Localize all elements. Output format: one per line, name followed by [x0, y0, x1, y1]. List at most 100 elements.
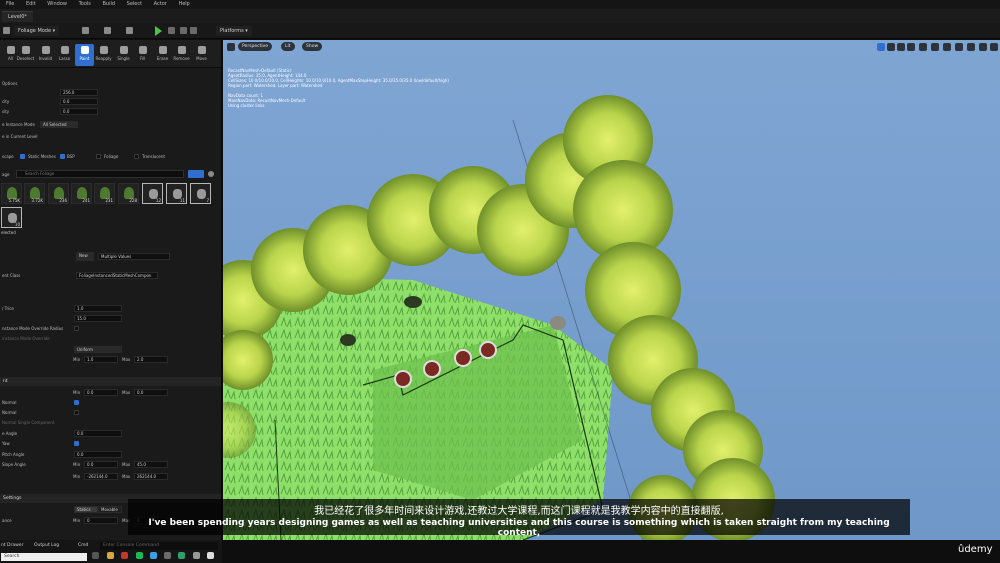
foliage-search-input[interactable]: Search Foliage: [16, 170, 184, 178]
align-normal-checkbox[interactable]: [74, 400, 79, 405]
palette-item[interactable]: 11: [166, 183, 187, 204]
grid-snap-icon[interactable]: [943, 43, 951, 51]
random-normal-checkbox[interactable]: [74, 410, 79, 415]
palette-item[interactable]: 10: [1, 207, 22, 228]
app-icon[interactable]: [164, 552, 171, 559]
save-icon[interactable]: [3, 27, 10, 34]
slope-max-field[interactable]: 45.0: [134, 461, 168, 468]
level-viewport[interactable]: Perspective Lit Show RecastNavMesh-Defau…: [223, 40, 1000, 540]
tool-reapply[interactable]: Reapply: [94, 44, 113, 66]
blueprint-icon[interactable]: [104, 27, 111, 34]
placement-header[interactable]: nt: [0, 377, 221, 386]
browser-icon[interactable]: [150, 552, 157, 559]
erase-density-field[interactable]: 0.0: [60, 108, 98, 115]
scaling-dropdown[interactable]: Uniform: [74, 346, 122, 353]
palette-item[interactable]: 236: [48, 183, 69, 204]
filter-static-checkbox[interactable]: [20, 154, 25, 159]
menu-window[interactable]: Window: [47, 0, 67, 9]
filter-foliage-checkbox[interactable]: [96, 154, 101, 159]
override-checkbox[interactable]: [74, 326, 79, 331]
palette-item[interactable]: 228: [118, 183, 139, 204]
menu-select[interactable]: Select: [127, 0, 142, 9]
perspective-button[interactable]: Perspective: [238, 42, 273, 51]
component-class-dropdown[interactable]: FoliageInstancedStaticMeshCompon: [76, 272, 158, 279]
tool-paint[interactable]: Paint: [75, 44, 94, 66]
scale-min-field[interactable]: 1.0: [84, 356, 118, 363]
menu-build[interactable]: Build: [102, 0, 115, 9]
z-offset-max-field[interactable]: 0.0: [134, 389, 168, 396]
taskview-icon[interactable]: [92, 552, 99, 559]
app-icon[interactable]: [178, 552, 185, 559]
output-log-button[interactable]: Output Log: [34, 542, 59, 550]
world-icon[interactable]: [919, 43, 927, 51]
cmd-dropdown[interactable]: Cmd: [78, 542, 88, 550]
paint-toggle-button[interactable]: [188, 170, 204, 178]
tool-fill[interactable]: Fill: [133, 44, 152, 66]
density-field[interactable]: 0.0: [60, 98, 98, 105]
height-min-field[interactable]: -262144.0: [84, 473, 118, 480]
settings-icon[interactable]: [208, 171, 214, 177]
unreal-icon[interactable]: [207, 552, 214, 559]
brush-radius-field[interactable]: 256.0: [60, 89, 98, 96]
rotate-icon[interactable]: [897, 43, 905, 51]
rotation-snap-icon[interactable]: [955, 43, 963, 51]
filter-bsp-checkbox[interactable]: [60, 154, 65, 159]
menu-file[interactable]: File: [6, 0, 14, 9]
filter-translucent-checkbox[interactable]: [134, 154, 139, 159]
painting-field[interactable]: 1.0: [74, 305, 122, 312]
select-mode-icon[interactable]: [877, 43, 885, 51]
lit-button[interactable]: Lit: [281, 42, 295, 51]
random-yaw-checkbox[interactable]: [74, 441, 79, 446]
level-tab[interactable]: Level0*: [2, 11, 33, 22]
pitch-field[interactable]: 0.0: [74, 451, 122, 458]
tool-lasso[interactable]: Lasso: [55, 44, 74, 66]
surface-snap-icon[interactable]: [931, 43, 939, 51]
painting-field[interactable]: 15.0: [74, 315, 122, 322]
eject-icon[interactable]: [190, 27, 197, 34]
tool-move[interactable]: Move: [192, 44, 211, 66]
menu-edit[interactable]: Edit: [26, 0, 36, 9]
app-icon[interactable]: [121, 552, 128, 559]
mode-dropdown[interactable]: Foliage Mode ▾: [14, 26, 60, 36]
folder-icon[interactable]: [107, 552, 114, 559]
single-instance-dropdown[interactable]: All Selected: [40, 121, 78, 128]
taskbar-search-input[interactable]: Search: [1, 553, 87, 561]
palette-item[interactable]: 3.72K: [24, 183, 45, 204]
tool-single[interactable]: Single: [114, 44, 133, 66]
palette-item[interactable]: 231: [94, 183, 115, 204]
menu-tools[interactable]: Tools: [79, 0, 91, 9]
palette-item[interactable]: 12: [142, 183, 163, 204]
tool-invalid[interactable]: Invalid: [36, 44, 55, 66]
scale-max-field[interactable]: 2.0: [134, 356, 168, 363]
z-offset-min-field[interactable]: 0.0: [84, 389, 118, 396]
camera-speed-icon[interactable]: [979, 43, 987, 51]
palette-item[interactable]: 241: [71, 183, 92, 204]
slope-min-field[interactable]: 0.0: [84, 461, 118, 468]
cinematics-icon[interactable]: [126, 27, 133, 34]
maximize-icon[interactable]: [990, 43, 998, 51]
distance-min-field[interactable]: 0: [84, 517, 118, 524]
align-angle-field[interactable]: 0.0: [74, 430, 122, 437]
menu-icon[interactable]: [227, 43, 235, 51]
tool-erase[interactable]: Erase: [153, 44, 172, 66]
height-max-field[interactable]: 262144.0: [134, 473, 168, 480]
translate-icon[interactable]: [887, 43, 895, 51]
menu-actor[interactable]: Actor: [154, 0, 167, 9]
step-icon[interactable]: [168, 27, 175, 34]
new-button[interactable]: New: [76, 252, 94, 261]
content-drawer-button[interactable]: nt Drawer: [1, 542, 23, 550]
movable-button[interactable]: Movable: [98, 506, 122, 513]
play-icon[interactable]: [155, 26, 162, 36]
palette-item[interactable]: 7: [190, 183, 211, 204]
app-icon[interactable]: [193, 552, 200, 559]
mesh-dropdown[interactable]: Multiple Values: [98, 253, 170, 260]
spotify-icon[interactable]: [136, 552, 143, 559]
palette-item[interactable]: 5.75K: [1, 183, 22, 204]
tool-deselect[interactable]: Deselect: [16, 44, 35, 66]
statics-button[interactable]: Statics: [74, 506, 98, 513]
scale-snap-icon[interactable]: [967, 43, 975, 51]
platforms-dropdown[interactable]: Platforms ▾: [216, 26, 252, 36]
console-input[interactable]: Enter Console Command: [100, 542, 218, 550]
content-icon[interactable]: [82, 27, 89, 34]
show-button[interactable]: Show: [302, 42, 323, 51]
